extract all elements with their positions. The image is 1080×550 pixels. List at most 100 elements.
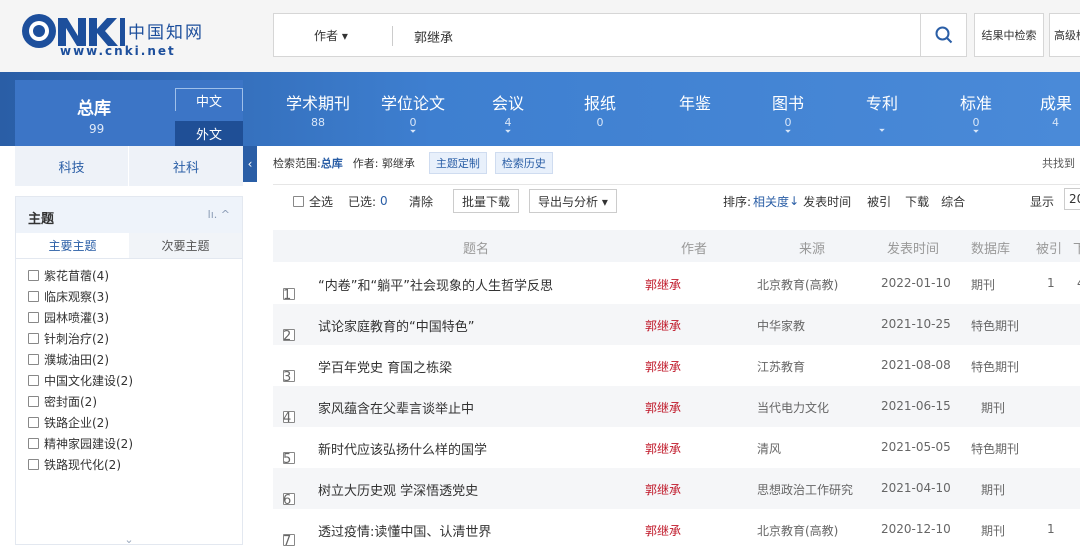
sort-comprehensive[interactable]: 综合 bbox=[941, 193, 965, 210]
category-newspaper[interactable]: 报纸 0 bbox=[580, 90, 620, 129]
checkbox[interactable] bbox=[28, 375, 39, 386]
search-input[interactable]: 郭继承 bbox=[414, 27, 453, 46]
checkbox[interactable] bbox=[28, 459, 39, 470]
checkbox[interactable] bbox=[28, 417, 39, 428]
facet-item-label: 中国文化建设(2) bbox=[44, 374, 133, 388]
row-source-link[interactable]: 当代电力文化 bbox=[757, 399, 829, 416]
facet-header[interactable]: 主题 lı. ^ bbox=[16, 197, 242, 233]
facet-item[interactable]: 濮城油田(2) bbox=[16, 349, 242, 370]
facet-chart-toggle-icon[interactable]: lı. ^ bbox=[208, 208, 230, 221]
row-source-link[interactable]: 江苏教育 bbox=[757, 358, 805, 375]
checkbox[interactable] bbox=[28, 291, 39, 302]
category-standard[interactable]: 标准 0 ⏷ bbox=[956, 90, 996, 137]
facet-item[interactable]: 针刺治疗(2) bbox=[16, 328, 242, 349]
row-author-link[interactable]: 郭继承 bbox=[645, 276, 681, 293]
facet-item[interactable]: 精神家园建设(2) bbox=[16, 433, 242, 454]
row-date: 2021-10-25 bbox=[881, 317, 951, 331]
search-field-select[interactable]: 作者 ▾ bbox=[314, 27, 348, 44]
facet-item[interactable]: 铁路现代化(2) bbox=[16, 454, 242, 475]
facet-item-label: 临床观察(3) bbox=[44, 290, 109, 304]
row-author-link[interactable]: 郭继承 bbox=[645, 522, 681, 539]
row-title-link[interactable]: 透过疫情:读懂中国、认清世界 bbox=[318, 521, 491, 540]
row-source-link[interactable]: 北京教育(高教) bbox=[757, 276, 838, 293]
search-divider bbox=[392, 26, 393, 46]
category-achievement[interactable]: 成果 4 bbox=[1040, 90, 1080, 129]
select-all-label: 全选 bbox=[309, 194, 334, 209]
sort-citations[interactable]: 被引 bbox=[867, 193, 891, 210]
scope-label: 检索范围: bbox=[273, 157, 321, 170]
row-title-link[interactable]: 家风蕴含在父辈言谈举止中 bbox=[318, 398, 474, 417]
category-thesis[interactable]: 学位论文 0 ⏷ bbox=[378, 90, 448, 137]
page-size-select[interactable]: 20 bbox=[1064, 188, 1080, 210]
category-count: 0 bbox=[596, 116, 604, 129]
row-author-link[interactable]: 郭继承 bbox=[645, 317, 681, 334]
row-title-link[interactable]: “内卷”和“躺平”社会现象的人生哲学反思 bbox=[318, 275, 553, 294]
checkbox[interactable] bbox=[28, 270, 39, 281]
row-number: 6 bbox=[283, 493, 292, 508]
checkbox[interactable] bbox=[28, 396, 39, 407]
sort-date[interactable]: 发表时间 bbox=[803, 193, 851, 210]
batch-download-button[interactable]: 批量下载 bbox=[453, 189, 520, 213]
collapse-sidebar-button[interactable]: ‹ bbox=[243, 146, 257, 182]
row-author-link[interactable]: 郭继承 bbox=[645, 399, 681, 416]
category-journal[interactable]: 学术期刊 88 bbox=[284, 90, 352, 129]
row-author-link[interactable]: 郭继承 bbox=[645, 481, 681, 498]
search-button[interactable] bbox=[920, 14, 966, 56]
checkbox[interactable] bbox=[28, 354, 39, 365]
row-source-link[interactable]: 思想政治工作研究 bbox=[757, 481, 853, 498]
facet-item[interactable]: 园林喷灌(3) bbox=[16, 307, 242, 328]
sort-downloads[interactable]: 下载 bbox=[905, 193, 929, 210]
sort-relevance[interactable]: 相关度 bbox=[753, 193, 789, 210]
row-date: 2021-06-15 bbox=[881, 399, 951, 413]
row-source-link[interactable]: 清风 bbox=[757, 440, 781, 457]
category-conference[interactable]: 会议 4 ⏷ bbox=[488, 90, 528, 137]
row-source-link[interactable]: 中华家教 bbox=[757, 317, 805, 334]
facet-item[interactable]: 密封面(2) bbox=[16, 391, 242, 412]
row-title-link[interactable]: 试论家庭教育的“中国特色” bbox=[318, 316, 474, 335]
facet-item[interactable]: 中国文化建设(2) bbox=[16, 370, 242, 391]
total-database-tab[interactable]: 总库 99 中文 外文 bbox=[15, 80, 243, 146]
search-history-button[interactable]: 检索历史 bbox=[494, 152, 553, 174]
category-patent[interactable]: 专利 ⏷ bbox=[862, 90, 902, 136]
tab-main-topic[interactable]: 主要主题 bbox=[16, 233, 129, 258]
category-count: 88 bbox=[311, 116, 325, 129]
result-count-label: 共找到 bbox=[1042, 157, 1075, 170]
total-label: 总库 bbox=[77, 99, 111, 119]
row-citations[interactable]: 1 bbox=[1047, 276, 1055, 290]
checkbox[interactable] bbox=[28, 438, 39, 449]
row-author-link[interactable]: 郭继承 bbox=[645, 440, 681, 457]
tab-secondary-topic[interactable]: 次要主题 bbox=[129, 233, 242, 258]
chevron-down-icon: ⏷ bbox=[878, 126, 886, 135]
row-title-link[interactable]: 新时代应该弘扬什么样的国学 bbox=[318, 439, 487, 458]
advanced-search-button[interactable]: 高级检索 bbox=[1049, 13, 1080, 57]
checkbox[interactable] bbox=[28, 333, 39, 344]
chinese-toggle[interactable]: 中文 bbox=[175, 88, 243, 111]
facet-item[interactable]: 紫花苜蓿(4) bbox=[16, 265, 242, 286]
search-in-results-button[interactable]: 结果中检索 bbox=[974, 13, 1044, 57]
category-book[interactable]: 图书 0 ⏷ bbox=[768, 90, 808, 137]
checkbox[interactable] bbox=[28, 312, 39, 323]
category-yearbook[interactable]: 年鉴 bbox=[675, 90, 715, 114]
row-database: 期刊 bbox=[981, 483, 1006, 497]
topic-custom-button[interactable]: 主题定制 bbox=[428, 152, 487, 174]
table-header: 题名 作者 来源 发表时间 数据库 被引 下载 bbox=[273, 230, 1080, 262]
selected-count: 0 bbox=[380, 194, 388, 208]
facet-item[interactable]: 临床观察(3) bbox=[16, 286, 242, 307]
row-title-link[interactable]: 学百年党史 育国之栋梁 bbox=[318, 357, 452, 376]
tab-science[interactable]: 科技 bbox=[15, 146, 128, 186]
tab-social-science[interactable]: 社科 bbox=[129, 146, 243, 186]
expand-more-icon[interactable]: ⌄ bbox=[16, 533, 242, 546]
row-citations[interactable]: 1 bbox=[1047, 522, 1055, 536]
select-all-checkbox[interactable]: 全选 bbox=[293, 189, 333, 213]
clear-selection-button[interactable]: 清除 bbox=[409, 189, 433, 213]
row-author-link[interactable]: 郭继承 bbox=[645, 358, 681, 375]
facet-item[interactable]: 铁路企业(2) bbox=[16, 412, 242, 433]
row-source-link[interactable]: 北京教育(高教) bbox=[757, 522, 838, 539]
checkbox[interactable] bbox=[293, 195, 304, 207]
logo-domain: www.cnki.net bbox=[60, 44, 176, 58]
header-citations: 被引 bbox=[1036, 242, 1063, 257]
category-name: 标准 bbox=[959, 94, 992, 113]
export-analysis-dropdown[interactable]: 导出与分析 ▾ bbox=[529, 189, 617, 213]
foreign-toggle[interactable]: 外文 bbox=[175, 121, 243, 146]
row-title-link[interactable]: 树立大历史观 学深悟透党史 bbox=[318, 480, 478, 499]
